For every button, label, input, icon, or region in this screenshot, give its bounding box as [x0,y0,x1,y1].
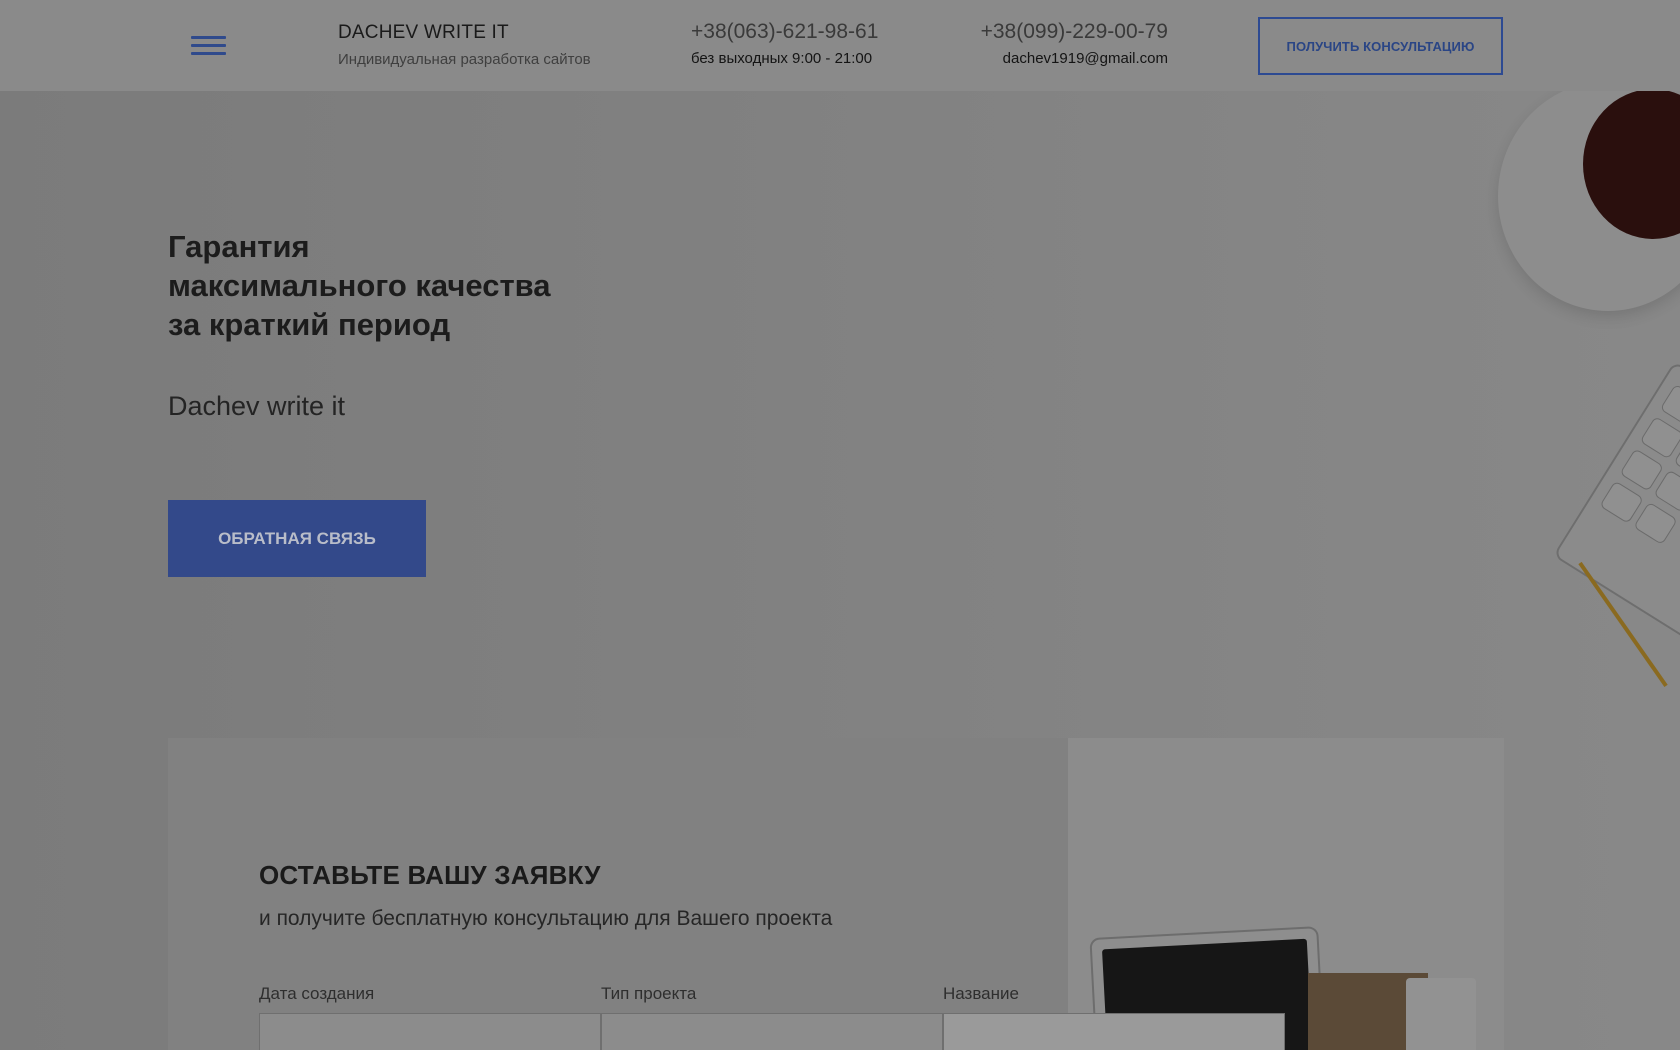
field-label-date: Дата создания [259,984,375,1003]
contact-phone-2-block: +38(099)-229-00-79 dachev1919@gmail.com [981,20,1168,67]
menu-icon[interactable] [191,36,226,56]
name-input[interactable] [943,1013,1285,1050]
hero-heading-line: Гарантия [168,229,310,264]
hero-heading: Гарантия максимального качества за кратк… [168,227,628,344]
hero-heading-line: за краткий период [168,307,451,342]
brand-title: DACHEV WRITE IT [338,22,509,43]
request-subtitle: и получите бесплатную консультацию для В… [259,907,833,930]
phone-2[interactable]: +38(099)-229-00-79 [981,20,1168,44]
request-form-card: ОСТАВЬТЕ ВАШУ ЗАЯВКУ и получите бесплатн… [168,738,1504,1050]
date-input[interactable] [259,1013,601,1050]
field-label-type: Тип проекта [601,984,697,1003]
contact-phone-1-block: +38(063)-621-98-61 без выходных 9:00 - 2… [691,20,878,67]
brand[interactable]: DACHEV WRITE IT Индивидуальная разработк… [338,22,591,68]
email-link[interactable]: dachev1919@gmail.com [981,50,1168,67]
workspace-photo [1068,738,1504,1050]
hero-section: Гарантия максимального качества за кратк… [0,91,1680,1050]
keyboard-image [1552,360,1680,652]
request-title: ОСТАВЬТЕ ВАШУ ЗАЯВКУ [259,860,601,890]
get-consultation-button[interactable]: ПОЛУЧИТЬ КОНСУЛЬТАЦИЮ [1258,17,1503,75]
field-label-name: Название [943,984,1019,1003]
feedback-button[interactable]: ОБРАТНАЯ СВЯЗЬ [168,500,426,577]
pen-cup-image [1406,978,1476,1050]
project-type-input[interactable] [601,1013,943,1050]
site-header: DACHEV WRITE IT Индивидуальная разработк… [0,0,1680,91]
hero-heading-line: максимального качества [168,268,551,303]
hero-subtitle: Dachev write it [168,391,346,421]
phone-1[interactable]: +38(063)-621-98-61 [691,20,878,44]
brand-subtitle: Индивидуальная разработка сайтов [338,51,591,68]
working-hours: без выходных 9:00 - 21:00 [691,50,873,67]
